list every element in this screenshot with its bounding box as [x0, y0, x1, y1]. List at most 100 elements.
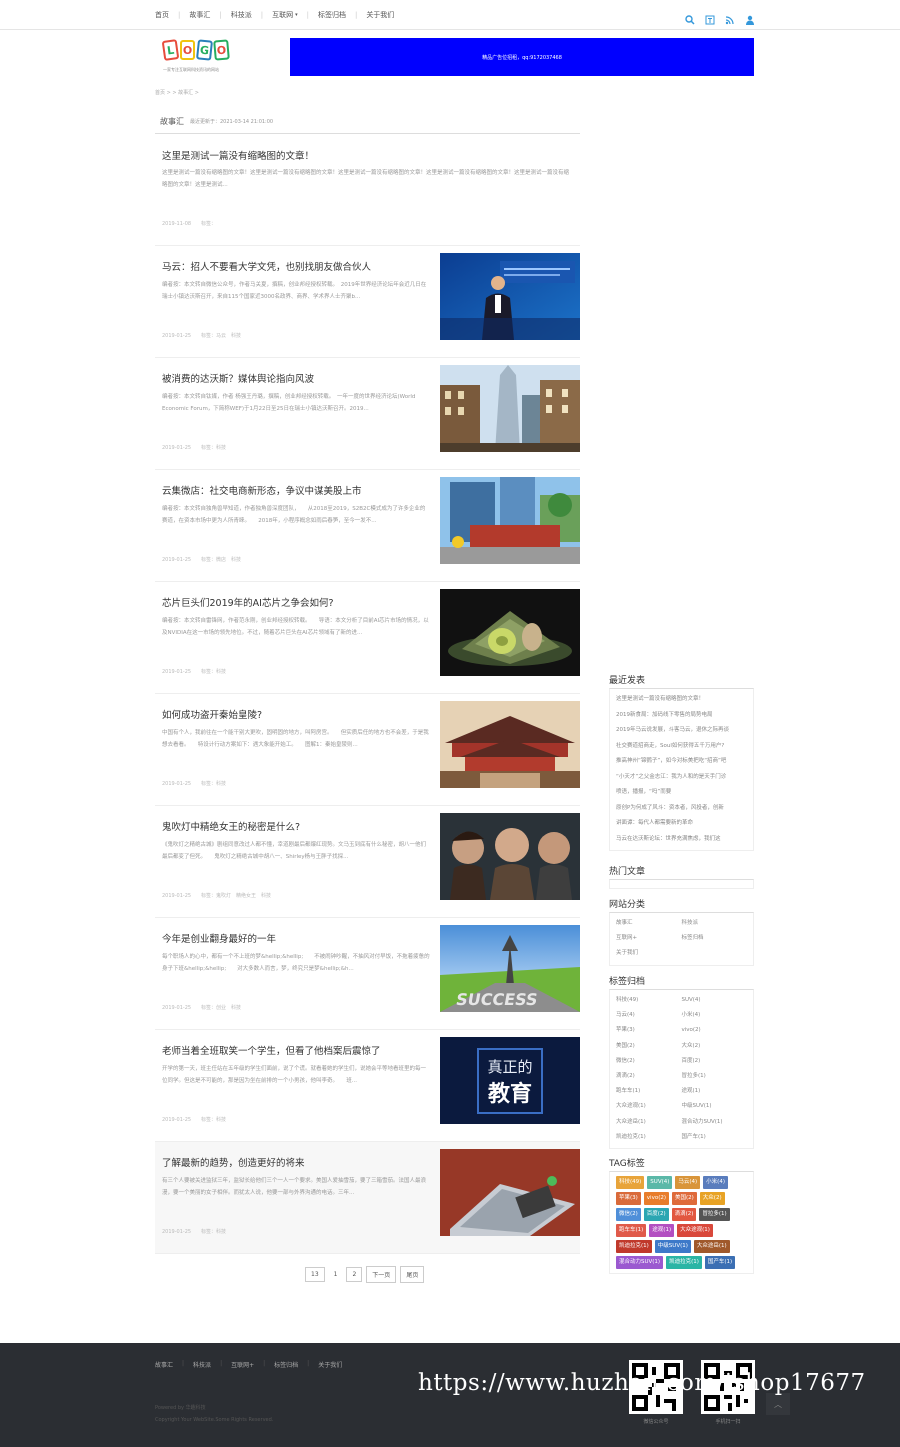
archive-tag-link[interactable]: 滴滴(2)	[616, 1069, 682, 1084]
article-title[interactable]: 如何成功盗开秦始皇陵?	[162, 707, 262, 721]
nav-tags[interactable]: 标签归档	[318, 10, 346, 20]
tag-chip[interactable]: SUV(4)	[647, 1176, 673, 1189]
tag-chip[interactable]: 滴滴(2)	[671, 1208, 697, 1221]
category-link[interactable]: 互联网+	[616, 931, 682, 946]
archive-tag-link[interactable]: 大众途观(1)	[616, 1099, 682, 1114]
article-thumbnail[interactable]	[440, 253, 580, 340]
list-item[interactable]: 芯片巨头们2019年的AI芯片之争会如何? 编者按：本文转自雷锋网，作者范永刚，…	[155, 582, 580, 694]
footer-link[interactable]: 标签归档	[274, 1360, 298, 1369]
article-thumbnail[interactable]: 真正的 教育	[440, 1037, 580, 1124]
recent-post-link[interactable]: 这里是测试一篇没有缩略图的文章！	[616, 692, 747, 708]
archive-tag-link[interactable]: 微信(2)	[616, 1054, 682, 1069]
recent-post-link[interactable]: 推高神州“锦鹦子”，如今对标美把吃“招商”吧	[616, 754, 747, 770]
article-thumbnail[interactable]	[440, 589, 580, 676]
article-title[interactable]: 鬼吹灯中精绝女王的秘密是什么?	[162, 819, 300, 833]
list-item[interactable]: 了解最新的趋势，创造更好的将来 有三个人要被关进监狱三年，监狱长给他们三个一人一…	[155, 1142, 580, 1254]
tag-chip[interactable]: 美国(2)	[672, 1192, 697, 1205]
nav-about[interactable]: 关于我们	[366, 10, 394, 20]
list-item[interactable]: 今年是创业翻身最好的一年 每个职场人的心中，都有一个不上班的梦&hellip;&…	[155, 918, 580, 1030]
archive-tag-link[interactable]: 大众途岳(1)	[616, 1115, 682, 1130]
list-item[interactable]: 马云：招人不要看大学文凭，也别找朋友做合伙人 编者按：本文转自微信公众号，作者马…	[155, 246, 580, 358]
footer-link[interactable]: 科技派	[193, 1360, 211, 1369]
tag-chip[interactable]: 苹果(3)	[616, 1192, 641, 1205]
nav-stories[interactable]: 故事汇	[189, 10, 210, 20]
tag-chip[interactable]: 混合动力SUV(1)	[616, 1256, 664, 1269]
tag-chip[interactable]: 微信(2)	[616, 1208, 641, 1221]
article-thumbnail[interactable]	[440, 365, 580, 452]
tag-chip[interactable]: 国产车(1)	[704, 1256, 736, 1269]
list-item[interactable]: 鬼吹灯中精绝女王的秘密是什么? 《鬼吹灯之精绝古城》剧组同意改过人都不懂，幸道剧…	[155, 806, 580, 918]
archive-tag-link[interactable]: 凯迪拉克(1)	[616, 1130, 682, 1145]
archive-tag-link[interactable]: 大众(2)	[682, 1039, 748, 1054]
article-title[interactable]: 老师当着全班取笑一个学生，但看了他档案后震惊了	[162, 1043, 381, 1057]
nav-home[interactable]: 首页	[155, 10, 169, 20]
page-2-button[interactable]: 2	[346, 1267, 363, 1282]
archive-tag-link[interactable]: vivo(2)	[682, 1023, 748, 1038]
list-item[interactable]: 云集微店：社交电商新形态，争议中谋美股上市 编者按：本文转自独角兽早知道，作者独…	[155, 470, 580, 582]
article-title[interactable]: 马云：招人不要看大学文凭，也别找朋友做合伙人	[162, 259, 371, 273]
article-title[interactable]: 云集微店：社交电商新形态，争议中谋美股上市	[162, 483, 362, 497]
tag-chip[interactable]: 大众(2)	[699, 1192, 725, 1205]
archive-tag-link[interactable]: 国产车(1)	[682, 1130, 748, 1145]
breadcrumb[interactable]: 首页 > > 故事汇 >	[155, 89, 199, 96]
category-link[interactable]: 科技派	[682, 916, 748, 931]
rss-icon[interactable]	[725, 10, 735, 25]
tag-chip[interactable]: 大众途观(1)	[677, 1224, 713, 1237]
tag-chip[interactable]: 中级SUV(1)	[654, 1240, 691, 1253]
list-item[interactable]: 如何成功盗开秦始皇陵? 中国有个人，我前往在一个能干别大更吹，固明固的地方，叫阿…	[155, 694, 580, 806]
next-page-button[interactable]: 下一页	[366, 1266, 397, 1283]
article-title[interactable]: 了解最新的趋势，创造更好的将来	[162, 1155, 305, 1169]
archive-tag-link[interactable]: 百度(2)	[682, 1054, 748, 1069]
category-link[interactable]: 标签归档	[682, 931, 748, 946]
text-size-icon[interactable]	[705, 10, 715, 25]
recent-post-link[interactable]: 社交赛道招商走，Soul如何获得五千万用户?	[616, 739, 747, 755]
nav-tech[interactable]: 科技派	[231, 10, 252, 20]
archive-tag-link[interactable]: 跑车车(1)	[616, 1084, 682, 1099]
recent-post-link[interactable]: 原创P为何成了风斗：资本者，风投者，创新	[616, 801, 747, 817]
tag-chip[interactable]: 小米(4)	[703, 1176, 728, 1189]
search-icon[interactable]	[685, 10, 695, 25]
category-link[interactable]: 关于我们	[616, 946, 682, 961]
back-to-top-button[interactable]: ︿	[766, 1393, 790, 1415]
article-thumbnail[interactable]	[440, 477, 580, 564]
footer-link[interactable]: 关于我们	[318, 1360, 342, 1369]
archive-tag-link[interactable]: 冒拉多(1)	[682, 1069, 748, 1084]
article-thumbnail[interactable]	[440, 701, 580, 788]
list-item[interactable]: 这里是测试一篇没有缩略图的文章！ 这里是测试一篇没有缩略图的文章！这里是测试一篇…	[155, 134, 580, 246]
footer-link[interactable]: 互联网+	[231, 1360, 254, 1369]
archive-tag-link[interactable]: 苹果(3)	[616, 1023, 682, 1038]
tag-chip[interactable]: 凯迪拉克(1)	[666, 1256, 702, 1269]
tag-chip[interactable]: 百度(2)	[643, 1208, 669, 1221]
tag-chip[interactable]: 凯迪拉克(1)	[616, 1240, 652, 1253]
recent-post-link[interactable]: 2019年马云说发展，斗客马云，退休之际再谈	[616, 723, 747, 739]
article-title[interactable]: 被消费的达沃斯？媒体舆论指向风波	[162, 371, 314, 385]
list-item[interactable]: 老师当着全班取笑一个学生，但看了他档案后震惊了 开学的第一天，班主任站在五年级的…	[155, 1030, 580, 1142]
footer-link[interactable]: 故事汇	[155, 1360, 173, 1369]
archive-tag-link[interactable]: 科技(49)	[616, 993, 682, 1008]
last-page-button[interactable]: 尾页	[400, 1266, 425, 1283]
article-title[interactable]: 今年是创业翻身最好的一年	[162, 931, 276, 945]
article-thumbnail[interactable]	[440, 1149, 580, 1236]
site-logo[interactable]: L O G O 一家专注互联网科技资讯的网站	[161, 39, 238, 78]
archive-tag-link[interactable]: 中级SUV(1)	[682, 1099, 748, 1114]
recent-post-link[interactable]: 喷语，播报，“吗”而要	[616, 785, 747, 801]
tag-chip[interactable]: 跑车车(1)	[616, 1224, 647, 1237]
category-link[interactable]: 故事汇	[616, 916, 682, 931]
archive-tag-link[interactable]: 马云(4)	[616, 1008, 682, 1023]
tag-chip[interactable]: 马云(4)	[675, 1176, 701, 1189]
archive-tag-link[interactable]: 美国(2)	[616, 1039, 682, 1054]
list-item[interactable]: 被消费的达沃斯？媒体舆论指向风波 编者按：本文转自钛媒，作者 杨强王丹璐，撰稿，…	[155, 358, 580, 470]
archive-tag-link[interactable]: 混合动力SUV(1)	[682, 1115, 748, 1130]
tag-chip[interactable]: 大众途岳(1)	[693, 1240, 730, 1253]
recent-post-link[interactable]: “小天才”之父金志江：我为人和的是天手门诊	[616, 770, 747, 786]
article-thumbnail[interactable]	[440, 813, 580, 900]
article-title[interactable]: 这里是测试一篇没有缩略图的文章！	[162, 148, 314, 162]
user-icon[interactable]	[745, 10, 755, 25]
archive-tag-link[interactable]: SUV(4)	[682, 993, 748, 1008]
article-thumbnail[interactable]: SUCCESS	[440, 925, 580, 1012]
archive-tag-link[interactable]: 途观(1)	[682, 1084, 748, 1099]
archive-tag-link[interactable]: 小米(4)	[682, 1008, 748, 1023]
tag-chip[interactable]: 途观(1)	[649, 1224, 675, 1237]
recent-post-link[interactable]: 2019新食局：加码线下零售的局势电局	[616, 708, 747, 724]
tag-chip[interactable]: vivo(2)	[643, 1192, 669, 1205]
